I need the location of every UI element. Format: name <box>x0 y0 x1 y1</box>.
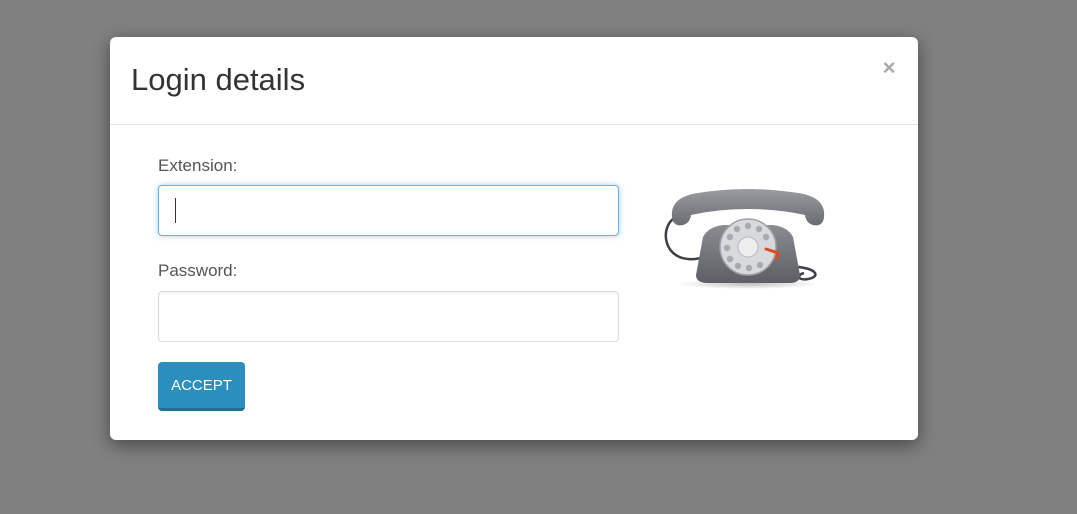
extension-label: Extension: <box>158 156 238 175</box>
close-icon[interactable]: × <box>878 55 900 81</box>
login-dialog: Login details × Extension: Password: ACC… <box>110 37 918 440</box>
password-label: Password: <box>158 261 238 280</box>
accept-button[interactable]: ACCEPT <box>158 362 245 411</box>
text-cursor <box>175 198 176 223</box>
password-input[interactable] <box>158 291 619 342</box>
dialog-title: Login details <box>131 62 306 97</box>
rotary-telephone-icon <box>664 189 825 289</box>
extension-input[interactable] <box>158 185 619 236</box>
dialog-header: Login details × <box>110 37 918 125</box>
